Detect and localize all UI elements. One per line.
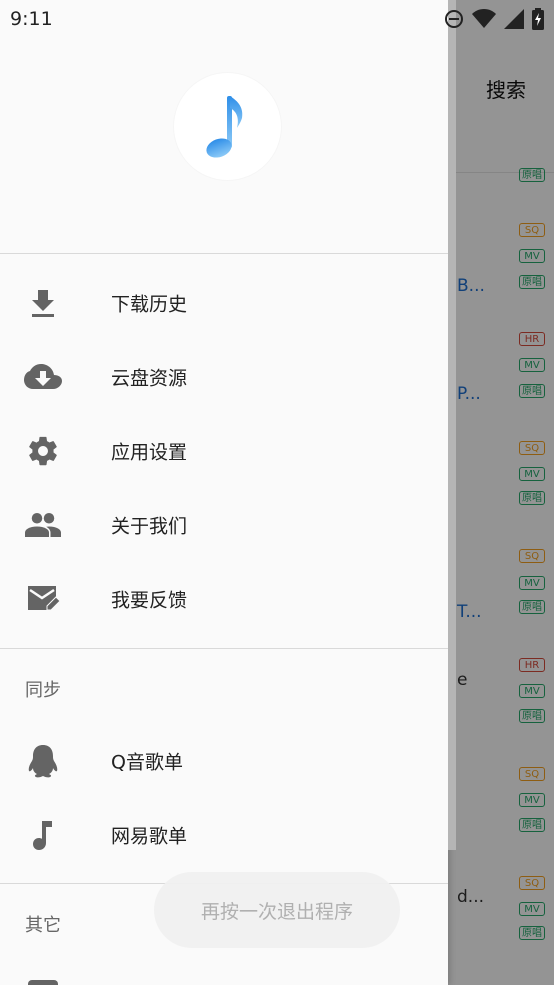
menu-item-qq-playlist[interactable]: Q音歌单 xyxy=(0,724,448,798)
app-logo[interactable] xyxy=(174,73,281,180)
menu-item-netease-playlist[interactable]: 网易歌单 xyxy=(0,798,448,872)
mail-edit-icon xyxy=(24,580,62,618)
music-note-icon xyxy=(24,816,62,854)
header-divider xyxy=(0,253,448,254)
battery-charging-icon xyxy=(532,8,544,30)
menu-item-download-history[interactable]: 下载历史 xyxy=(0,266,448,340)
gear-icon xyxy=(24,432,62,470)
download-icon xyxy=(24,284,62,322)
wifi-icon xyxy=(472,9,496,28)
people-icon xyxy=(24,506,62,544)
section-divider xyxy=(0,648,448,649)
status-time: 9:11 xyxy=(10,8,53,30)
menu-label: 我要反馈 xyxy=(111,589,188,612)
menu-label: 关于我们 xyxy=(111,515,188,538)
partial-icon xyxy=(28,980,58,985)
music-note-logo-icon xyxy=(205,95,242,158)
qq-penguin-icon xyxy=(24,742,62,780)
menu-label: 下载历史 xyxy=(111,293,188,316)
menu-label: 网易歌单 xyxy=(111,825,188,848)
menu-item-partial[interactable] xyxy=(0,960,448,985)
other-section-label: 其它 xyxy=(25,915,61,936)
do-not-disturb-icon xyxy=(445,10,463,28)
menu-item-app-settings[interactable]: 应用设置 xyxy=(0,414,448,488)
menu-label: Q音歌单 xyxy=(111,751,183,774)
status-icons xyxy=(444,8,544,30)
menu-item-feedback[interactable]: 我要反馈 xyxy=(0,562,448,636)
cloud-download-icon xyxy=(24,358,62,396)
sync-section-label: 同步 xyxy=(25,680,61,701)
exit-toast: 再按一次退出程序 xyxy=(154,872,400,948)
status-bar: 9:11 xyxy=(0,0,554,38)
menu-label: 应用设置 xyxy=(111,441,188,464)
menu-item-about-us[interactable]: 关于我们 xyxy=(0,488,448,562)
cellular-signal-icon xyxy=(504,9,524,29)
navigation-drawer: 下载历史 云盘资源 应用设置 关于我们 我要反馈 同步 Q音歌单 网易歌单 其它 xyxy=(0,0,448,985)
drawer-scrollbar[interactable] xyxy=(448,0,456,850)
menu-label: 云盘资源 xyxy=(111,367,188,390)
menu-item-cloud-resources[interactable]: 云盘资源 xyxy=(0,340,448,414)
